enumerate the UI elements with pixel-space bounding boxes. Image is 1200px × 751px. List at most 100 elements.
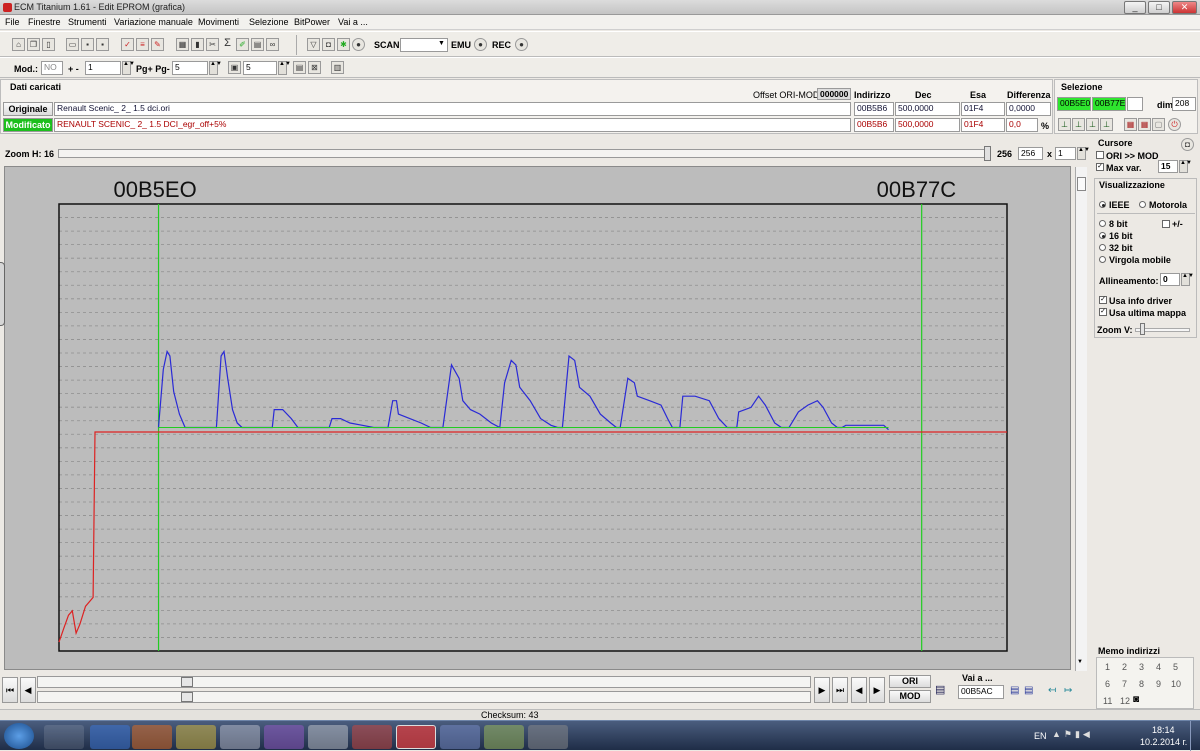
title-bar[interactable]: ECM Titanium 1.61 - Edit EPROM (grafica)… <box>0 0 1200 15</box>
compare-icon[interactable]: ≡ <box>136 38 149 51</box>
clock-time[interactable]: 18:14 <box>1152 725 1175 735</box>
memo-slot[interactable]: 4 <box>1156 662 1161 672</box>
last-page-button[interactable]: ⏭ <box>832 677 848 703</box>
bit32-radio[interactable] <box>1099 244 1106 251</box>
map-field[interactable]: 5 <box>243 61 277 75</box>
next-page-button[interactable]: ▶ <box>814 677 830 703</box>
left-side-handle[interactable] <box>0 262 5 326</box>
mod-button[interactable]: MOD <box>889 690 931 703</box>
first-page-button[interactable]: ⏮ <box>2 677 18 703</box>
lock-cursor-icon[interactable]: ◘ <box>1181 138 1194 151</box>
selection-start[interactable]: 00B5E0 <box>1057 97 1091 111</box>
eprom-graph[interactable]: 00B5EO 00B77C <box>5 167 1072 671</box>
selection-end[interactable]: 00B77E <box>1092 97 1126 111</box>
map-icon[interactable]: ▣ <box>228 61 241 74</box>
memory-right-icon[interactable]: ↦ <box>1064 685 1072 696</box>
page-spinner[interactable]: ▲▼ <box>209 61 222 75</box>
select-clear-icon[interactable]: ▢ <box>1152 118 1165 131</box>
emu-icon[interactable]: ● <box>474 38 487 51</box>
menu-file[interactable]: File <box>5 17 20 27</box>
align-spinner[interactable]: ▲▼ <box>1181 273 1194 286</box>
step-spinner[interactable]: ▲▼ <box>122 61 135 75</box>
paint-icon[interactable]: ✐ <box>236 38 249 51</box>
chart-icon[interactable]: ▤ <box>251 38 264 51</box>
run-icon[interactable]: ✱ <box>337 38 350 51</box>
ori-button[interactable]: ORI <box>889 675 931 688</box>
clock-date[interactable]: 10.2.2014 г. <box>1140 737 1187 747</box>
zoom-factor-spinner[interactable]: ▲▼ <box>1077 147 1090 160</box>
modified-button[interactable]: Modificato <box>3 118 53 132</box>
browser-alt-icon[interactable] <box>440 725 480 749</box>
chip-icon[interactable]: ▮ <box>191 38 204 51</box>
dim-field[interactable]: 208 <box>1172 97 1196 111</box>
bit8-radio[interactable] <box>1099 220 1106 227</box>
select-range-icon[interactable]: ⊥ <box>1086 118 1099 131</box>
memo-slot[interactable]: 5 <box>1173 662 1178 672</box>
sticky-notes-icon[interactable] <box>484 725 524 749</box>
signed-checkbox[interactable] <box>1162 220 1170 228</box>
tools-icon[interactable]: ✂ <box>206 38 219 51</box>
select-end-icon[interactable]: ⊥ <box>1072 118 1085 131</box>
float-radio[interactable] <box>1099 256 1106 263</box>
document-app-icon[interactable] <box>220 725 260 749</box>
modified-file-field[interactable]: RENAULT SCENIC_ 2_ 1.5 DCI_egr_off+5% <box>54 118 851 132</box>
zoom-v-slider[interactable] <box>1140 323 1145 335</box>
explorer-icon[interactable] <box>44 725 84 749</box>
save-icon[interactable]: ▪ <box>81 38 94 51</box>
scroll-down-icon[interactable]: ▼ <box>1077 659 1083 665</box>
menu-selezione[interactable]: Selezione <box>249 17 289 27</box>
close-button[interactable]: ✕ <box>1172 1 1197 14</box>
zoom-h-track[interactable] <box>58 149 988 158</box>
minimize-button[interactable]: _ <box>1124 1 1146 14</box>
select-start-icon[interactable]: ⊥ <box>1058 118 1071 131</box>
record-icon[interactable]: ● <box>352 38 365 51</box>
goto-icon[interactable]: ▤ <box>1010 685 1019 696</box>
memo-slot[interactable]: 8 <box>1139 679 1144 689</box>
tray-icons[interactable]: ▲⚑▮◀ <box>1052 729 1112 743</box>
check-icon[interactable]: ✓ <box>121 38 134 51</box>
memory-left-icon[interactable]: ↤ <box>1048 685 1056 696</box>
page-field[interactable]: 5 <box>172 61 208 75</box>
save-as-icon[interactable]: ▪ <box>96 38 109 51</box>
memo-slot[interactable]: 3 <box>1139 662 1144 672</box>
menu-bitpower[interactable]: BitPower <box>294 17 330 27</box>
binoculars-icon[interactable]: ∞ <box>266 38 279 51</box>
ieee-radio[interactable] <box>1099 201 1106 208</box>
last-map-checkbox[interactable]: ✓ <box>1099 308 1107 316</box>
menu-finestre[interactable]: Finestre <box>28 17 61 27</box>
horizontal-scrollbar-bottom[interactable] <box>37 691 811 703</box>
page-icon[interactable]: ▯ <box>42 38 55 51</box>
zoom-fit-icon[interactable]: ⊠ <box>308 61 321 74</box>
chrome-icon[interactable] <box>352 725 392 749</box>
grid-icon[interactable]: ▦ <box>176 38 189 51</box>
goto-alt-icon[interactable]: ▤ <box>1024 685 1033 696</box>
scroll-thumb-bottom[interactable] <box>181 692 193 702</box>
step-forward-button[interactable]: ▶ <box>869 677 885 703</box>
show-desktop-button[interactable] <box>1190 721 1200 751</box>
prev-page-button[interactable]: ◀ <box>20 677 36 703</box>
align-field[interactable]: 0 <box>1160 273 1180 286</box>
zoom-h-slider[interactable] <box>984 146 991 161</box>
memo-slot[interactable]: 6 <box>1105 679 1110 689</box>
memo-save-icon[interactable]: ◙ <box>1133 694 1139 705</box>
select-all-icon[interactable]: ⊥ <box>1100 118 1113 131</box>
start-button[interactable] <box>4 723 34 749</box>
lock-icon[interactable]: ◘ <box>322 38 335 51</box>
maxvar-field[interactable]: 15 <box>1158 160 1178 173</box>
menu-strumenti[interactable]: Strumenti <box>68 17 107 27</box>
scroll-thumb-top[interactable] <box>181 677 193 687</box>
zoom-value-2[interactable]: 256 <box>1018 147 1043 160</box>
copy-icon[interactable]: ❐ <box>27 38 40 51</box>
ecm-titanium-task-icon[interactable] <box>396 725 436 749</box>
table-icon[interactable]: ▤ <box>293 61 306 74</box>
language-indicator[interactable]: EN <box>1034 731 1047 741</box>
memo-slot[interactable]: 11 <box>1103 696 1112 706</box>
notes-app-icon[interactable] <box>308 725 348 749</box>
mod-field[interactable]: NO <box>41 61 63 75</box>
bit16-radio[interactable] <box>1099 232 1106 239</box>
map-spinner[interactable]: ▲▼ <box>278 61 291 75</box>
media-player-icon[interactable] <box>176 725 216 749</box>
horizontal-scrollbar-top[interactable] <box>37 676 811 688</box>
info-driver-checkbox[interactable]: ✓ <box>1099 296 1107 304</box>
filter-icon[interactable]: ▽ <box>307 38 320 51</box>
